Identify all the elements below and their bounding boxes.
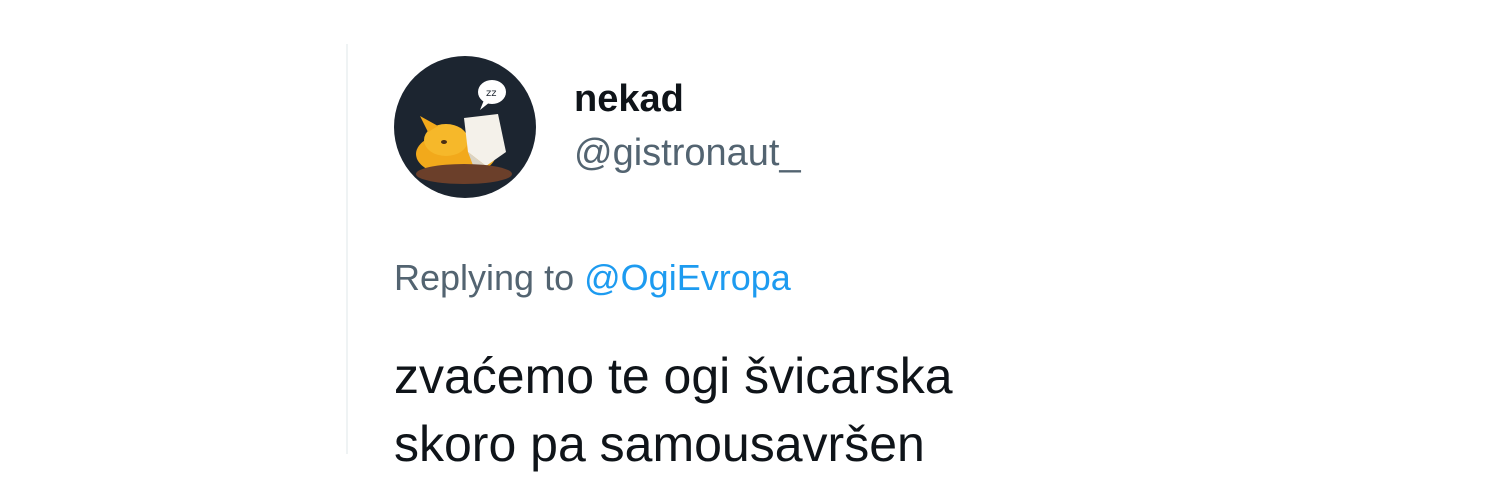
avatar[interactable]: zz: [394, 56, 536, 198]
thread-divider: [346, 44, 348, 454]
user-handle[interactable]: @gistronaut_: [574, 130, 801, 176]
replying-to: Replying to @OgiEvropa: [394, 256, 1254, 300]
cat-avatar-icon: zz: [394, 56, 536, 198]
reply-mention-link[interactable]: @OgiEvropa: [584, 257, 791, 298]
svg-text:zz: zz: [486, 88, 497, 99]
replying-to-label: Replying to: [394, 257, 575, 298]
author-info: nekad @gistronaut_: [574, 76, 801, 176]
display-name[interactable]: nekad: [574, 76, 801, 122]
tweet: zz nekad @gistronaut_ Replying to @OgiEv…: [394, 56, 1254, 478]
tweet-text: zvaćemo te ogi švicarska skoro pa samous…: [394, 348, 953, 472]
tweet-screenshot: zz nekad @gistronaut_ Replying to @OgiEv…: [0, 0, 1500, 500]
tweet-header: zz nekad @gistronaut_: [394, 56, 1254, 198]
